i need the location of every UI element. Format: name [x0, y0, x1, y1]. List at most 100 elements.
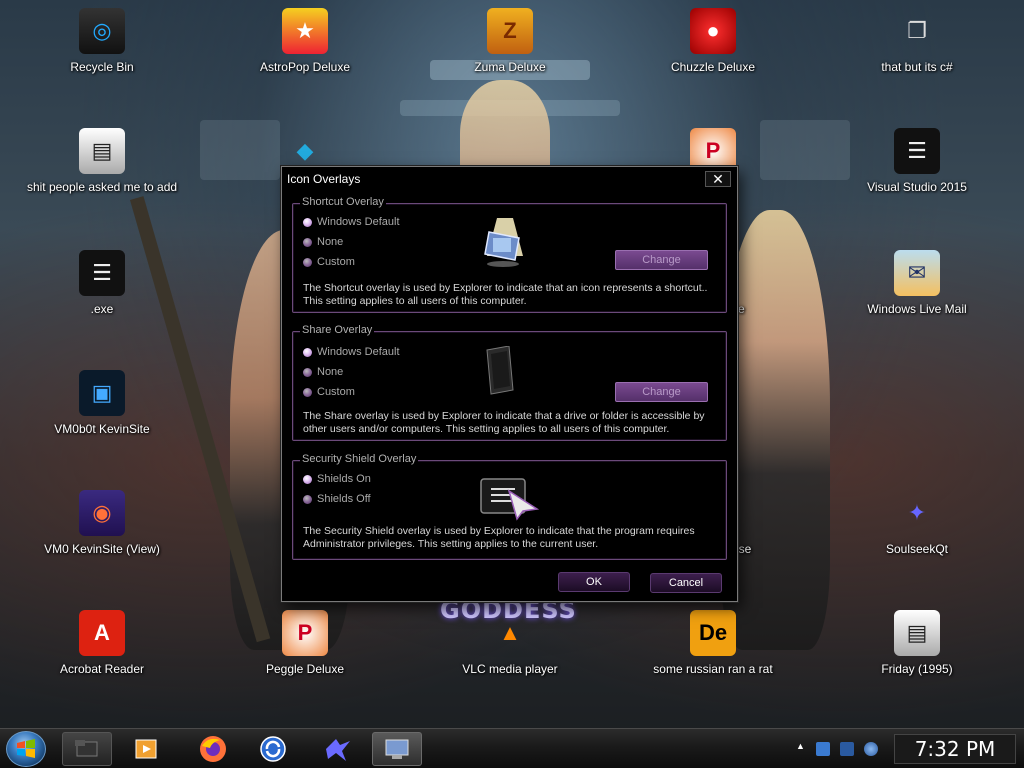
radio-button-icon	[303, 387, 312, 397]
radio-label: Custom	[317, 256, 355, 268]
desktop-icon-label: Chuzzle Deluxe	[670, 60, 756, 74]
visual-studio-icon: ☰	[894, 128, 940, 174]
taskbar-media-player-button[interactable]	[122, 732, 172, 766]
taskbar-firefox-button[interactable]	[188, 732, 238, 766]
radio-button-icon	[303, 237, 312, 247]
mail-icon: ✉	[894, 250, 940, 296]
share-option-custom[interactable]: Custom	[303, 386, 355, 398]
share-description: The Share overlay is used by Explorer to…	[303, 410, 705, 435]
vlc-icon: ▲	[499, 620, 521, 645]
share-overlay-title: Share Overlay	[300, 324, 375, 336]
radio-button-icon	[303, 367, 312, 377]
zuma-icon: Z	[487, 8, 533, 54]
security-description: The Security Shield overlay is used by E…	[303, 525, 695, 550]
desktop-icon-label: SoulseekQt	[885, 542, 949, 556]
share-option-none[interactable]: None	[303, 366, 343, 378]
windows-logo-icon	[17, 739, 35, 758]
desktop-icon[interactable]: A Acrobat Reader	[27, 610, 177, 680]
radio-button-icon	[303, 257, 312, 267]
desktop-icon-label: Acrobat Reader	[59, 662, 145, 676]
security-option-shields-off[interactable]: Shields Off	[303, 493, 371, 505]
folder-icon: ▤	[894, 610, 940, 656]
desktop-icon[interactable]: ✦ SoulseekQt	[842, 490, 992, 560]
shortcut-change-button[interactable]: Change	[615, 250, 708, 270]
desktop-icon[interactable]: ▲ VLC media player	[435, 610, 585, 680]
desktop-icon[interactable]: ✉ Windows Live Mail	[842, 250, 992, 320]
desktop-icon-label: Windows Live Mail	[867, 302, 967, 316]
security-option-shields-on[interactable]: Shields On	[303, 473, 371, 485]
display-icon[interactable]	[840, 742, 854, 756]
desktop-icon-label: .exe	[90, 302, 114, 316]
peggle-icon: P	[282, 610, 328, 656]
share-change-button[interactable]: Change	[615, 382, 708, 402]
astropop-icon: ★	[282, 8, 328, 54]
radio-label: Windows Default	[317, 346, 400, 358]
radio-label: Shields On	[317, 473, 371, 485]
share-overlay-group: Share Overlay Windows Default None Custo…	[292, 324, 727, 441]
taskbar-soulseek-button[interactable]	[312, 732, 362, 766]
desktop-icon[interactable]: ☰ Visual Studio 2015	[842, 128, 992, 198]
shortcut-option-none[interactable]: None	[303, 236, 343, 248]
windows-icon: ❐	[907, 18, 927, 43]
app-icon	[75, 740, 98, 757]
taskbar-app-button[interactable]	[62, 732, 112, 766]
firefox-icon	[200, 736, 226, 762]
desktop-icon[interactable]: ● Chuzzle Deluxe	[638, 8, 788, 78]
shortcut-option-custom[interactable]: Custom	[303, 256, 355, 268]
tray-expand-icon[interactable]: ▲	[796, 741, 806, 755]
network-icon[interactable]	[816, 742, 830, 756]
desktop-icon[interactable]: ▤ shit people asked me to add	[27, 128, 177, 198]
taskbar-clock[interactable]: 7:32 PM	[894, 734, 1016, 764]
share-preview-icon	[486, 346, 514, 395]
desktop-icon[interactable]: ▣ VM0b0t KevinSite	[27, 370, 177, 440]
firefox-document-icon: ◉	[79, 490, 125, 536]
desktop-icon-label: that but its c#	[881, 60, 953, 74]
desktop-icon[interactable]: ☰ .exe	[27, 250, 177, 320]
desktop-icon-label: some russian ran a rat	[653, 662, 773, 676]
desktop-icon[interactable]: ▤ Friday (1995)	[842, 610, 992, 680]
radio-button-icon	[303, 474, 312, 484]
desktop-icon-label: Peggle Deluxe	[265, 662, 345, 676]
update-icon	[260, 736, 286, 762]
desktop-icon-label: Friday (1995)	[881, 662, 953, 676]
acrobat-icon: A	[79, 610, 125, 656]
share-option-windows-default[interactable]: Windows Default	[303, 346, 400, 358]
desktop-icon[interactable]: Z Zuma Deluxe	[435, 8, 585, 78]
security-shield-overlay-title: Security Shield Overlay	[300, 453, 419, 465]
desktop-icon[interactable]: De some russian ran a rat	[638, 610, 788, 680]
control-panel-icon	[385, 739, 409, 759]
radio-label: Custom	[317, 386, 355, 398]
desktop-icon[interactable]: ★ AstroPop Deluxe	[230, 8, 380, 78]
folder-icon: ▤	[79, 128, 125, 174]
close-button[interactable]: ✕	[705, 171, 731, 187]
ok-button[interactable]: OK	[558, 572, 630, 592]
security-shield-preview-icon	[480, 478, 539, 521]
desktop-icon[interactable]: P Peggle Deluxe	[230, 610, 380, 680]
start-button[interactable]	[6, 731, 46, 767]
desktop-icon-label: VM0b0t KevinSite	[54, 422, 150, 436]
monitor-icon: ▣	[79, 370, 125, 416]
shortcut-overlay-title: Shortcut Overlay	[300, 196, 386, 208]
desktop-icon[interactable]: ◉ VM0 KevinSite (View)	[27, 490, 177, 560]
shortcut-description: The Shortcut overlay is used by Explorer…	[303, 282, 708, 307]
desktop-icon[interactable]: ❐ that but its c#	[842, 8, 992, 78]
media-player-icon	[135, 739, 157, 759]
desktop-icon-label: Recycle Bin	[70, 60, 134, 74]
de-icon: De	[690, 610, 736, 656]
soulseek-icon	[326, 739, 350, 761]
taskbar-update-button[interactable]	[248, 732, 298, 766]
shortcut-option-windows-default[interactable]: Windows Default	[303, 216, 400, 228]
desktop-icon-label: shit people asked me to add	[26, 180, 178, 194]
volume-icon[interactable]	[864, 742, 878, 756]
taskbar: ▲ 7:32 PM	[0, 728, 1024, 768]
soulseek-icon: ✦	[907, 500, 927, 525]
radio-label: None	[317, 366, 344, 378]
desktop-icon[interactable]: ◎ Recycle Bin	[27, 8, 177, 78]
chuzzle-icon: ●	[690, 8, 736, 54]
dialog-title: Icon Overlays	[287, 172, 361, 186]
desktop-icon-label: Visual Studio 2015	[867, 180, 967, 194]
taskbar-icon-overlays-button[interactable]	[372, 732, 422, 766]
shortcut-preview-icon	[484, 218, 523, 267]
cancel-button[interactable]: Cancel	[650, 573, 722, 593]
security-shield-overlay-group: Security Shield Overlay Shields On Shiel…	[292, 453, 727, 560]
